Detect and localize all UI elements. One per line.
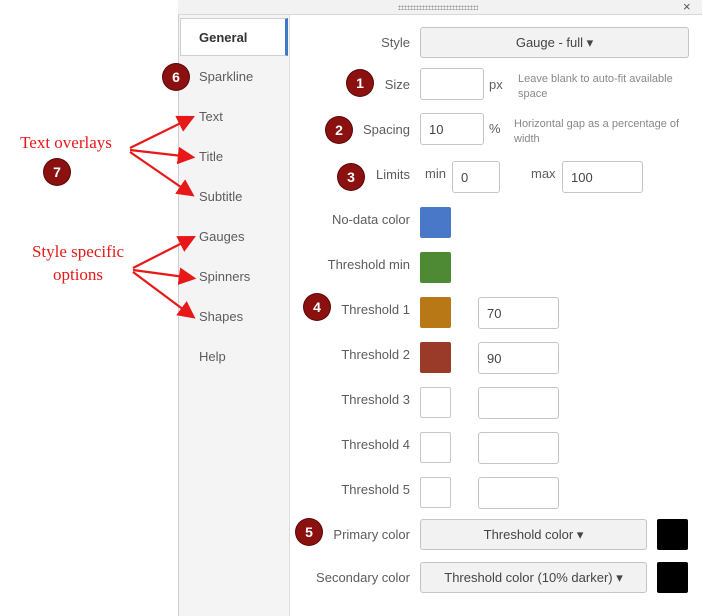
badge-3: 3 [338, 164, 364, 190]
style-specific-line-1: Style specific [31, 242, 125, 261]
primary-color-dropdown[interactable]: Threshold color ▾ [420, 519, 647, 550]
style-dropdown[interactable]: Gauge - full ▾ [420, 27, 689, 58]
limits-max-input[interactable]: 100 [562, 161, 643, 193]
spacing-hint: Horizontal gap as a percentage of width [514, 118, 680, 145]
secondary-color-label: Secondary color [316, 570, 410, 585]
threshold-2-label: Threshold 2 [341, 347, 410, 362]
size-label: Size [384, 77, 410, 92]
style-specific-line-2: options [52, 265, 104, 284]
style-specific-annotation: Style specific options [14, 240, 142, 286]
badge-7: 7 [44, 159, 70, 185]
threshold-5-input[interactable] [478, 477, 559, 509]
threshold-4-swatch[interactable] [420, 432, 451, 463]
threshold-3-swatch[interactable] [420, 387, 451, 418]
threshold-3-input[interactable] [478, 387, 559, 419]
nodata-color-label: No-data color [331, 212, 410, 227]
sidebar-item-sparkline[interactable]: Sparkline [199, 69, 253, 84]
nodata-color-swatch[interactable] [420, 207, 451, 238]
limits-min-input[interactable]: 0 [452, 161, 500, 193]
badge-4: 4 [304, 294, 330, 320]
threshold-min-label: Threshold min [327, 257, 410, 272]
style-label: Style [381, 35, 410, 50]
threshold-2-input[interactable]: 90 [478, 342, 559, 374]
drag-grip-icon[interactable] [398, 5, 478, 10]
size-hint: Leave blank to auto-fit available space [518, 73, 673, 100]
primary-color-label: Primary color [333, 527, 410, 542]
threshold-4-label: Threshold 4 [341, 437, 410, 452]
threshold-1-swatch[interactable] [420, 297, 451, 328]
limits-label: Limits [376, 167, 410, 182]
threshold-2-swatch[interactable] [420, 342, 451, 373]
sidebar-item-text[interactable]: Text [199, 109, 223, 124]
limits-min-label: min [425, 166, 446, 181]
threshold-min-swatch[interactable] [420, 252, 451, 283]
badge-5: 5 [296, 519, 322, 545]
size-unit: px [489, 77, 503, 92]
sidebar-item-gauges[interactable]: Gauges [199, 229, 245, 244]
threshold-5-swatch[interactable] [420, 477, 451, 508]
sidebar-item-general[interactable]: General [199, 30, 247, 45]
secondary-color-swatch[interactable] [657, 562, 688, 593]
sidebar-item-help[interactable]: Help [199, 349, 226, 364]
sidebar-item-subtitle[interactable]: Subtitle [199, 189, 242, 204]
threshold-1-input[interactable]: 70 [478, 297, 559, 329]
size-input[interactable] [420, 68, 484, 100]
badge-1: 1 [347, 70, 373, 96]
text-overlays-annotation: Text overlays [20, 133, 112, 152]
close-icon[interactable]: × [683, 0, 691, 15]
threshold-5-label: Threshold 5 [341, 482, 410, 497]
sidebar-item-spinners[interactable]: Spinners [199, 269, 250, 284]
threshold-3-label: Threshold 3 [341, 392, 410, 407]
threshold-1-label: Threshold 1 [341, 302, 410, 317]
limits-max-label: max [531, 166, 556, 181]
primary-color-swatch[interactable] [657, 519, 688, 550]
sidebar-item-shapes[interactable]: Shapes [199, 309, 243, 324]
spacing-unit: % [489, 121, 501, 136]
threshold-4-input[interactable] [478, 432, 559, 464]
spacing-label: Spacing [363, 122, 410, 137]
secondary-color-dropdown[interactable]: Threshold color (10% darker) ▾ [420, 562, 647, 593]
badge-6: 6 [163, 64, 189, 90]
sidebar-item-title[interactable]: Title [199, 149, 223, 164]
spacing-input[interactable]: 10 [420, 113, 484, 145]
badge-2: 2 [326, 117, 352, 143]
